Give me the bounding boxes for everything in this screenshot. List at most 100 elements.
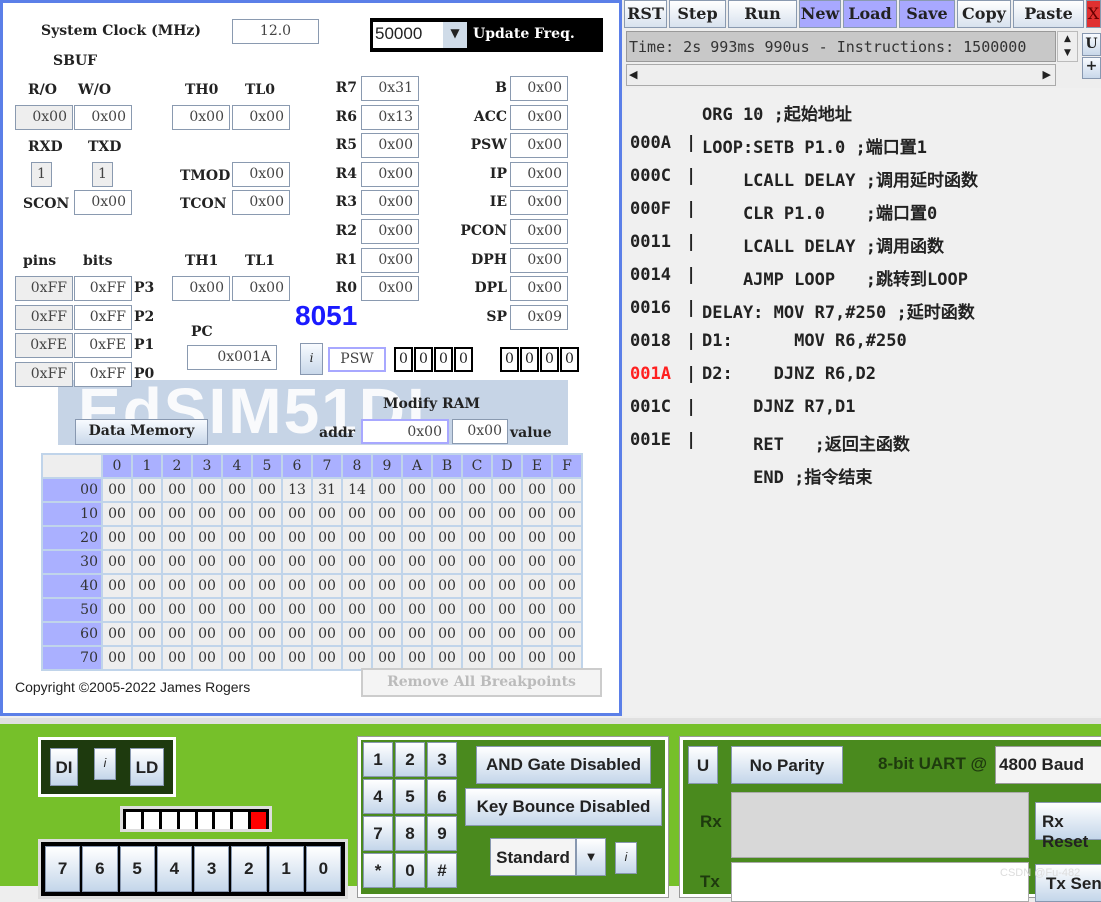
switch-button[interactable]: 2 xyxy=(231,846,267,892)
arrow-left-icon[interactable]: ◀ xyxy=(629,68,637,81)
code-line-address[interactable]: 001E xyxy=(630,430,671,450)
memory-cell[interactable]: 00 xyxy=(493,599,521,621)
psw-bit[interactable]: 0 xyxy=(414,347,433,372)
memory-cell[interactable]: 00 xyxy=(163,647,191,669)
arrow-down-icon[interactable]: ▼ xyxy=(1058,46,1077,60)
memory-cell[interactable]: 00 xyxy=(433,551,461,573)
memory-cell[interactable]: 00 xyxy=(343,599,371,621)
keypad-key[interactable]: # xyxy=(427,853,457,888)
memory-cell[interactable]: 00 xyxy=(253,623,281,645)
memory-cell[interactable]: 00 xyxy=(133,503,161,525)
memory-cell[interactable]: 00 xyxy=(493,575,521,597)
memory-cell[interactable]: 00 xyxy=(253,551,281,573)
chevron-down-icon[interactable]: ▼ xyxy=(576,838,606,876)
memory-cell[interactable]: 00 xyxy=(343,503,371,525)
switch-button[interactable]: 0 xyxy=(305,846,341,892)
register-field[interactable]: 0x13 xyxy=(361,104,419,130)
memory-cell[interactable]: 00 xyxy=(373,599,401,621)
rx-reset-button[interactable]: Rx Reset xyxy=(1035,802,1101,851)
switch-button[interactable]: 3 xyxy=(194,846,230,892)
memory-cell[interactable]: 00 xyxy=(463,623,491,645)
memory-cell[interactable]: 00 xyxy=(553,599,581,621)
copy-button[interactable]: Copy xyxy=(957,0,1011,28)
save-button[interactable]: Save xyxy=(899,0,955,28)
register-field[interactable]: 0x00 xyxy=(361,133,419,159)
memory-cell[interactable]: 00 xyxy=(133,527,161,549)
psw-bit[interactable]: 0 xyxy=(434,347,453,372)
keypad-key[interactable]: 9 xyxy=(427,816,457,851)
memory-cell[interactable]: 00 xyxy=(343,575,371,597)
time-spinner[interactable]: ▲ ▼ xyxy=(1057,31,1078,62)
memory-cell[interactable]: 00 xyxy=(373,623,401,645)
memory-cell[interactable]: 00 xyxy=(253,575,281,597)
memory-cell[interactable]: 00 xyxy=(523,479,551,501)
uart-u-button[interactable]: U xyxy=(688,746,718,784)
memory-cell[interactable]: 00 xyxy=(193,599,221,621)
memory-cell[interactable]: 00 xyxy=(313,575,341,597)
memory-cell[interactable]: 00 xyxy=(403,575,431,597)
u-button[interactable]: U xyxy=(1082,33,1101,56)
memory-cell[interactable]: 00 xyxy=(163,623,191,645)
memory-cell[interactable]: 00 xyxy=(193,647,221,669)
memory-cell[interactable]: 00 xyxy=(163,503,191,525)
memory-cell[interactable]: 00 xyxy=(103,551,131,573)
memory-cell[interactable]: 00 xyxy=(193,623,221,645)
memory-cell[interactable]: 00 xyxy=(463,551,491,573)
memory-cell[interactable]: 00 xyxy=(133,599,161,621)
memory-cell[interactable]: 00 xyxy=(523,527,551,549)
keypad-key[interactable]: 7 xyxy=(363,816,393,851)
memory-cell[interactable]: 00 xyxy=(433,527,461,549)
memory-cell[interactable]: 00 xyxy=(223,599,251,621)
sfr-field[interactable]: 0x00 xyxy=(510,133,568,159)
tcon-field[interactable]: 0x00 xyxy=(232,190,290,215)
di-button[interactable]: DI xyxy=(50,748,78,786)
memory-cell[interactable]: 31 xyxy=(313,479,341,501)
memory-cell[interactable]: 00 xyxy=(223,647,251,669)
memory-cell[interactable]: 00 xyxy=(553,551,581,573)
switch-button[interactable]: 4 xyxy=(156,846,192,892)
code-line-address[interactable]: 001A xyxy=(630,364,671,384)
tx-textarea[interactable] xyxy=(731,862,1029,902)
switch-button[interactable]: 7 xyxy=(45,846,81,892)
sfr-field[interactable]: 0x00 xyxy=(510,104,568,130)
port-bits-field[interactable]: 0xFF xyxy=(74,305,132,330)
memory-cell[interactable]: 00 xyxy=(373,551,401,573)
memory-cell[interactable]: 00 xyxy=(493,623,521,645)
memory-cell[interactable]: 00 xyxy=(463,479,491,501)
memory-cell[interactable]: 00 xyxy=(403,647,431,669)
memory-cell[interactable]: 00 xyxy=(283,503,311,525)
tl0-field[interactable]: 0x00 xyxy=(232,105,290,130)
memory-cell[interactable]: 00 xyxy=(373,527,401,549)
memory-cell[interactable]: 00 xyxy=(523,599,551,621)
memory-cell[interactable]: 00 xyxy=(553,503,581,525)
sfr-field[interactable]: 0x00 xyxy=(510,276,568,302)
memory-cell[interactable]: 00 xyxy=(163,551,191,573)
memory-cell[interactable]: 00 xyxy=(463,575,491,597)
psw-bit[interactable]: 0 xyxy=(500,347,519,372)
memory-cell[interactable]: 00 xyxy=(403,527,431,549)
memory-cell[interactable]: 00 xyxy=(403,503,431,525)
memory-cell[interactable]: 00 xyxy=(553,623,581,645)
memory-cell[interactable]: 00 xyxy=(223,551,251,573)
memory-cell[interactable]: 00 xyxy=(253,527,281,549)
port-bits-field[interactable]: 0xFE xyxy=(74,333,132,358)
system-clock-input[interactable]: 12.0 xyxy=(232,19,319,44)
memory-cell[interactable]: 00 xyxy=(283,551,311,573)
memory-cell[interactable]: 00 xyxy=(193,575,221,597)
code-line-address[interactable]: 000C xyxy=(630,166,671,186)
txd-toggle[interactable]: 1 xyxy=(92,162,113,187)
memory-cell[interactable]: 00 xyxy=(463,503,491,525)
keypad-key[interactable]: 3 xyxy=(427,742,457,777)
memory-cell[interactable]: 00 xyxy=(553,647,581,669)
memory-cell[interactable]: 00 xyxy=(553,479,581,501)
memory-cell[interactable]: 00 xyxy=(433,599,461,621)
sfr-field[interactable]: 0x00 xyxy=(510,247,568,273)
switch-button[interactable]: 6 xyxy=(82,846,118,892)
rxd-toggle[interactable]: 1 xyxy=(31,162,52,187)
memory-cell[interactable]: 00 xyxy=(403,599,431,621)
memory-cell[interactable]: 00 xyxy=(403,479,431,501)
memory-cell[interactable]: 00 xyxy=(133,551,161,573)
register-field[interactable]: 0x00 xyxy=(361,161,419,187)
memory-cell[interactable]: 00 xyxy=(103,479,131,501)
memory-cell[interactable]: 00 xyxy=(313,623,341,645)
